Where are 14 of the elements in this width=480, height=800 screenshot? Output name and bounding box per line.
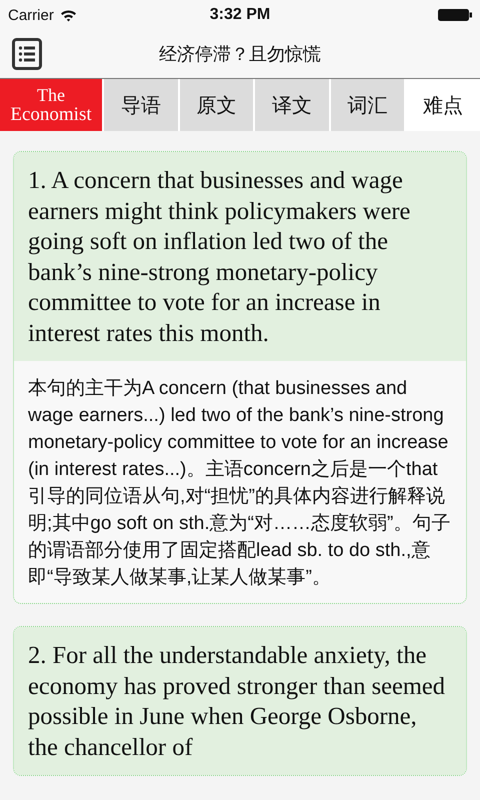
tab[interactable]: 词汇 [328,79,404,131]
carrier-label: Carrier [8,6,54,24]
list-menu-button[interactable] [12,38,42,70]
sentence-text: 2. For all the understandable anxiety, the economy has proved stronger than seemed possible in June when George Osborne, the chancellor of [14,627,466,775]
status-time: 3:32 PM [210,6,270,24]
tab[interactable]: 译文 [253,79,329,131]
wifi-icon [60,8,77,22]
tab[interactable]: 原文 [178,79,254,131]
article-title: 经济停滞？且勿惊慌 [158,43,322,66]
battery-icon [438,8,472,22]
sentence-text: 1. A concern that businesses and wage earners might think policymakers were going soft on inflation led two of the bank’s nine-strong monetary-policy committee to vote for an increase in interest rates this month. [14,152,466,361]
economist-logo: The Economist [0,79,102,131]
explanation-text: 本句的主干为A concern (that businesses and wage earners...) led two of the bank’s nine-strong monetary-policy committee to vote for an increase (in interest rates...)。主语concern之后是一个that 引导的同位语从句,对“担忧”的具体内容进行解释说明;其中go soft on sth.意为“对……态度软弱”。句子的谓语部分使用了固定搭配lead sb. to do sth.,意即“导致某人做某事,让某人做某事”。 [27,377,452,590]
tab[interactable]: 导语 [102,79,178,131]
